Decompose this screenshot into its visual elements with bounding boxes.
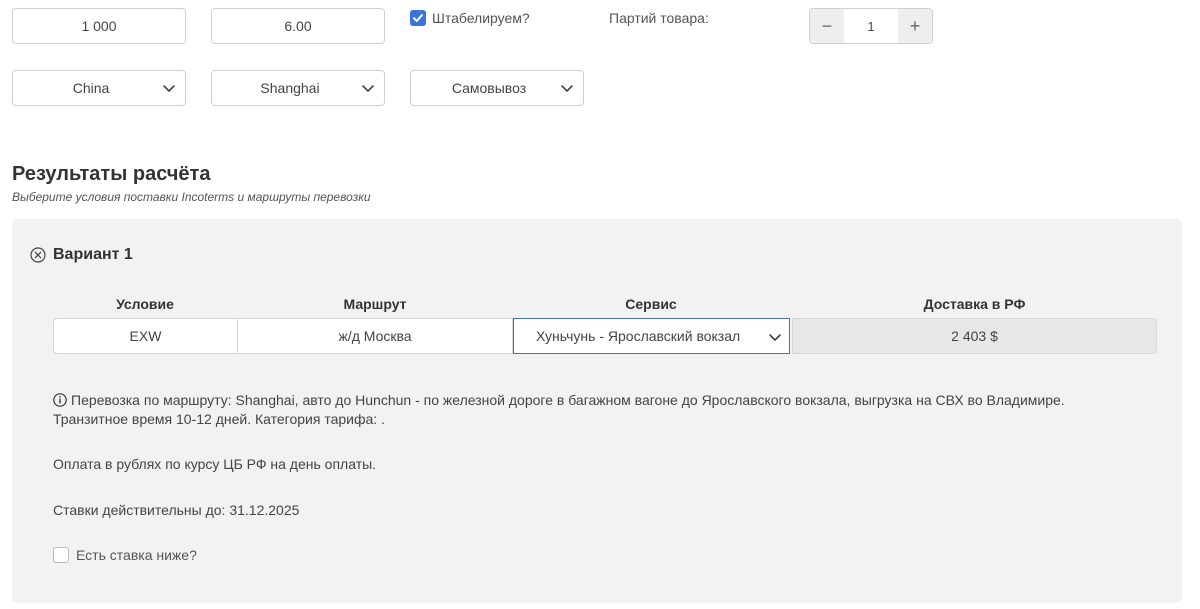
service-select[interactable]: Хуньчунь - Ярославский вокзал bbox=[513, 318, 790, 354]
variant-title: Вариант 1 bbox=[53, 246, 133, 263]
header-delivery: Доставка в РФ bbox=[923, 296, 1026, 312]
lower-rate-checkbox-row[interactable]: Есть ставка ниже? bbox=[53, 547, 197, 563]
header-service: Сервис bbox=[625, 296, 677, 312]
city-value: Shanghai bbox=[260, 80, 320, 96]
decrement-button[interactable]: − bbox=[810, 9, 844, 43]
batches-stepper[interactable]: − 1 + bbox=[809, 8, 933, 44]
batches-value[interactable]: 1 bbox=[844, 9, 898, 43]
increment-button[interactable]: + bbox=[898, 9, 932, 43]
lower-rate-label: Есть ставка ниже? bbox=[76, 547, 197, 563]
route-cell: ж/д Москва bbox=[237, 318, 513, 354]
weight-input[interactable] bbox=[212, 9, 384, 43]
chevron-down-icon bbox=[362, 85, 374, 92]
header-route: Маршрут bbox=[343, 296, 407, 312]
results-title: Результаты расчёта bbox=[12, 163, 211, 185]
delivery-type-select[interactable]: Самовывоз bbox=[410, 70, 584, 106]
variant-header: Вариант 1 bbox=[30, 246, 133, 264]
delivery-type-value: Самовывоз bbox=[451, 80, 527, 96]
results-subtitle: Выберите условия поставки Incoterms и ма… bbox=[12, 190, 371, 204]
chevron-down-icon bbox=[769, 334, 781, 341]
condition-cell: EXW bbox=[53, 318, 238, 354]
stackable-checkbox[interactable] bbox=[410, 10, 426, 26]
validity-note: Ставки действительны до: 31.12.2025 bbox=[53, 502, 300, 518]
calculator-page: Штабелируем? Партий товара: − 1 + China … bbox=[0, 0, 1200, 609]
country-select[interactable]: China bbox=[12, 70, 186, 106]
stackable-checkbox-row[interactable]: Штабелируем? bbox=[410, 10, 530, 26]
lower-rate-checkbox[interactable] bbox=[53, 547, 69, 563]
variant-card: Вариант 1 Условие Маршрут Сервис Доставк… bbox=[12, 219, 1182, 603]
batches-label: Партий товара: bbox=[609, 10, 709, 26]
chevron-down-icon bbox=[163, 85, 175, 92]
chevron-down-icon bbox=[561, 85, 573, 92]
route-info-text: Перевозка по маршруту: Shanghai, авто до… bbox=[53, 392, 1065, 427]
city-select[interactable]: Shanghai bbox=[211, 70, 385, 106]
delivery-price-cell: 2 403 $ bbox=[792, 318, 1157, 354]
info-icon bbox=[53, 393, 67, 407]
country-value: China bbox=[72, 80, 110, 96]
payment-note: Оплата в рублях по курсу ЦБ РФ на день о… bbox=[53, 456, 377, 472]
service-value: Хуньчунь - Ярославский вокзал bbox=[536, 328, 741, 344]
route-info: Перевозка по маршруту: Shanghai, авто до… bbox=[53, 391, 1133, 429]
stackable-label: Штабелируем? bbox=[432, 10, 530, 26]
check-icon bbox=[413, 14, 423, 22]
weight-field[interactable] bbox=[211, 8, 385, 44]
close-circle-icon[interactable] bbox=[30, 247, 46, 263]
quantity-input[interactable] bbox=[13, 9, 185, 43]
header-condition: Условие bbox=[116, 296, 174, 312]
quantity-field[interactable] bbox=[12, 8, 186, 44]
